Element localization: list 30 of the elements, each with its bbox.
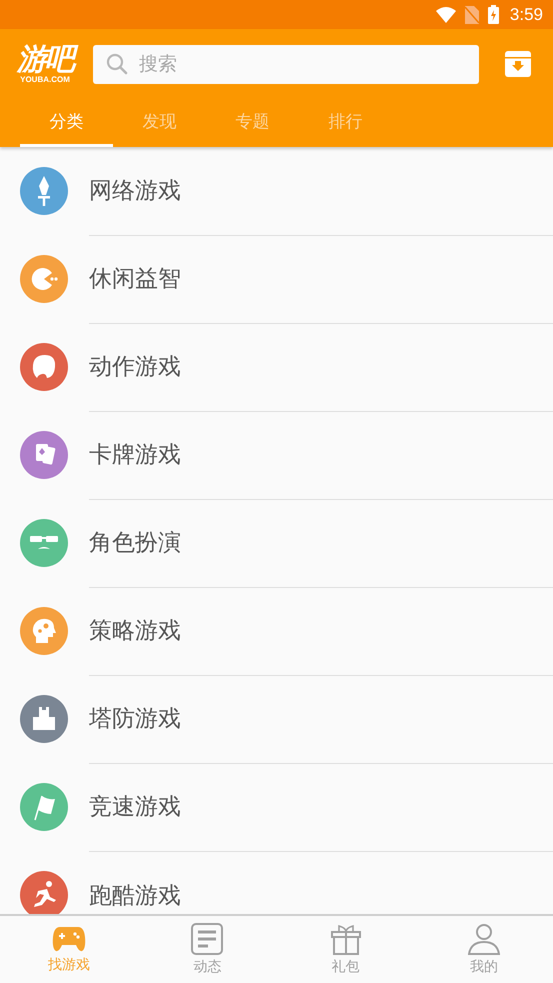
wifi-icon — [436, 6, 456, 22]
clock-time: 3:59 — [510, 4, 543, 24]
category-item[interactable]: 动作游戏 — [0, 323, 553, 411]
category-item[interactable]: 竞速游戏 — [0, 763, 553, 851]
document-icon — [191, 923, 224, 955]
category-item[interactable]: 休闲益智 — [0, 235, 553, 323]
no-sim-icon — [464, 6, 479, 24]
category-label: 塔防游戏 — [89, 705, 181, 734]
category-item[interactable]: 塔防游戏 — [0, 675, 553, 763]
logo: 游吧 YOUBA.COM — [10, 44, 80, 84]
category-label: 卡牌游戏 — [89, 441, 181, 470]
category-label: 策略游戏 — [89, 617, 181, 646]
category-item[interactable]: 网络游戏 — [0, 147, 553, 235]
category-label: 角色扮演 — [89, 529, 181, 558]
category-item[interactable]: 卡牌游戏 — [0, 411, 553, 499]
search-icon — [106, 52, 128, 74]
category-label: 动作游戏 — [89, 353, 181, 382]
category-label: 网络游戏 — [89, 177, 181, 206]
category-label: 休闲益智 — [89, 265, 181, 294]
category-label: 竞速游戏 — [89, 793, 181, 822]
category-item[interactable]: 角色扮演 — [0, 499, 553, 587]
category-item[interactable]: 策略游戏 — [0, 587, 553, 675]
search-field[interactable]: 搜索 — [93, 44, 479, 84]
battery-icon — [488, 5, 499, 24]
download-icon[interactable] — [505, 51, 531, 77]
category-label: 跑酷游戏 — [89, 882, 181, 910]
category-item[interactable]: 跑酷游戏 — [0, 851, 553, 914]
gamepad-icon — [52, 925, 86, 953]
gift-icon — [330, 923, 362, 955]
user-icon — [468, 923, 500, 955]
